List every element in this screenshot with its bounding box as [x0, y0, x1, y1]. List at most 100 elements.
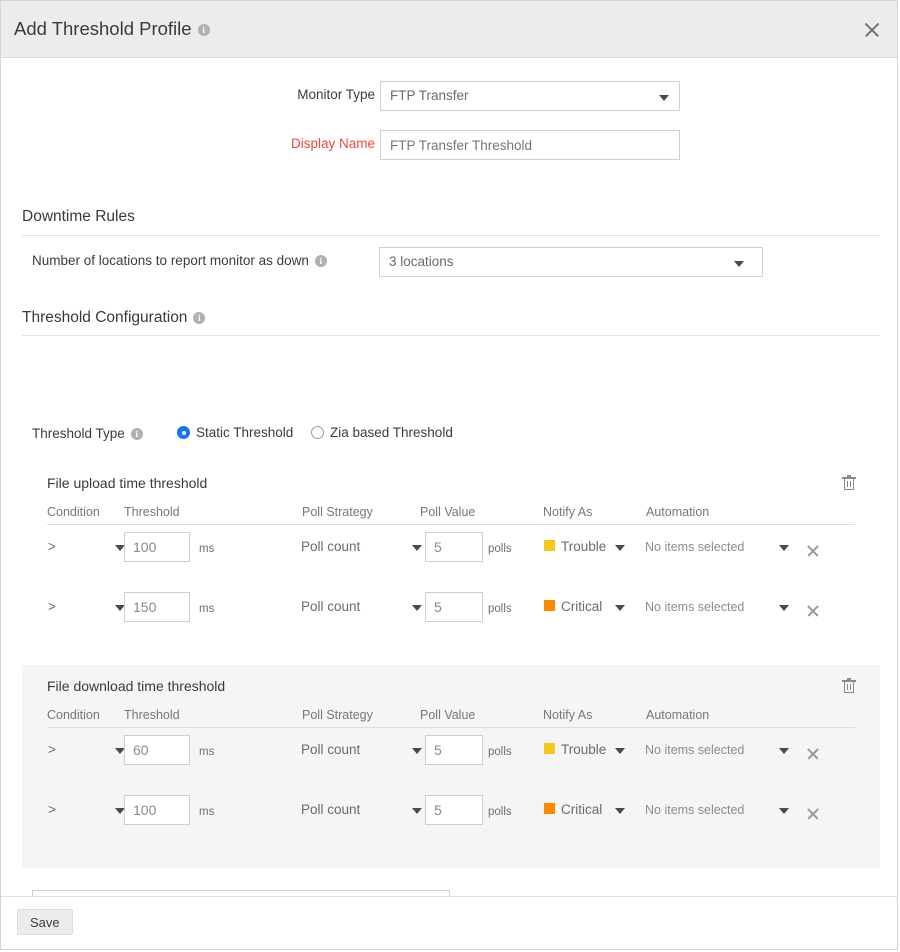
threshold-configuration-divider: [22, 335, 880, 336]
poll-value-input[interactable]: 5: [425, 532, 483, 562]
chevron-down-icon[interactable]: [615, 808, 625, 814]
column-header-poll-value: Poll Value: [420, 708, 475, 722]
chevron-down-icon[interactable]: [615, 605, 625, 611]
info-icon[interactable]: i: [131, 428, 143, 440]
close-icon[interactable]: [861, 19, 883, 41]
chevron-down-icon[interactable]: [412, 545, 422, 551]
chevron-down-icon[interactable]: [779, 808, 789, 814]
chevron-down-icon[interactable]: [412, 605, 422, 611]
notify-as-value[interactable]: Critical: [561, 599, 602, 614]
display-name-input[interactable]: [380, 130, 680, 160]
poll-strategy-value[interactable]: Poll count: [301, 539, 360, 554]
threshold-unit: ms: [199, 746, 214, 758]
chevron-down-icon[interactable]: [779, 748, 789, 754]
monitor-type-label: Monitor Type: [297, 87, 375, 102]
locations-label: Number of locations to report monitor as…: [32, 253, 327, 268]
info-icon[interactable]: i: [193, 312, 205, 324]
chevron-down-icon: [659, 95, 669, 101]
poll-value-unit: polls: [488, 603, 512, 615]
chevron-down-icon[interactable]: [779, 545, 789, 551]
display-name-label: Display Name: [291, 136, 375, 151]
dialog-footer: Save: [1, 896, 897, 949]
locations-label-text: Number of locations to report monitor as…: [32, 253, 309, 268]
downtime-rules-divider: [22, 235, 880, 236]
threshold-type-label: Threshold Type i: [32, 426, 143, 441]
threshold-input[interactable]: 60: [124, 735, 190, 765]
column-header-poll-strategy: Poll Strategy: [302, 505, 373, 519]
trash-icon[interactable]: [842, 678, 856, 693]
remove-row-button[interactable]: [805, 603, 821, 619]
chevron-down-icon[interactable]: [779, 605, 789, 611]
chevron-down-icon[interactable]: [615, 748, 625, 754]
radio-zia-threshold-label: Zia based Threshold: [330, 425, 453, 440]
poll-value-unit: polls: [488, 543, 512, 555]
automation-value[interactable]: No items selected: [645, 600, 744, 614]
dialog-body: Monitor Type FTP Transfer Display Name D…: [1, 58, 897, 896]
threshold-block-title: File upload time threshold: [47, 475, 207, 491]
threshold-type-label-text: Threshold Type: [32, 426, 125, 441]
poll-value-input[interactable]: 5: [425, 795, 483, 825]
chevron-down-icon[interactable]: [412, 808, 422, 814]
threshold-configuration-title-text: Threshold Configuration: [22, 309, 187, 326]
threshold-block-download: File download time threshold Condition T…: [22, 665, 880, 868]
automation-value[interactable]: No items selected: [645, 803, 744, 817]
notify-as-value[interactable]: Trouble: [561, 742, 606, 757]
notify-as-value[interactable]: Critical: [561, 802, 602, 817]
threshold-unit: ms: [199, 543, 214, 555]
threshold-configuration-title: Threshold Configuration i: [22, 309, 205, 327]
threshold-block-upload: File upload time threshold Condition Thr…: [22, 462, 880, 658]
radio-zia-based-threshold[interactable]: Zia based Threshold: [311, 425, 453, 440]
dialog-title-text: Add Threshold Profile: [14, 18, 192, 39]
poll-strategy-value[interactable]: Poll count: [301, 802, 360, 817]
poll-value-unit: polls: [488, 806, 512, 818]
info-icon[interactable]: i: [198, 24, 210, 36]
column-header-notify-as: Notify As: [543, 708, 592, 722]
severity-swatch: [544, 600, 555, 611]
severity-swatch: [544, 540, 555, 551]
monitor-type-value: FTP Transfer: [390, 88, 469, 103]
chevron-down-icon: [734, 261, 744, 267]
remove-row-button[interactable]: [805, 543, 821, 559]
save-button[interactable]: Save: [17, 909, 73, 935]
threshold-input[interactable]: 100: [124, 532, 190, 562]
radio-static-threshold[interactable]: Static Threshold: [177, 425, 293, 440]
page-title: Add Threshold Profile i: [14, 18, 210, 40]
downtime-rules-title: Downtime Rules: [22, 208, 135, 226]
radio-indicator: [311, 426, 324, 439]
monitor-type-select[interactable]: FTP Transfer: [380, 81, 680, 111]
threshold-input[interactable]: 150: [124, 592, 190, 622]
column-header-poll-value: Poll Value: [420, 505, 475, 519]
condition-value: >: [48, 599, 56, 614]
radio-static-threshold-label: Static Threshold: [196, 425, 293, 440]
poll-strategy-value[interactable]: Poll count: [301, 599, 360, 614]
column-header-notify-as: Notify As: [543, 505, 592, 519]
notify-as-value[interactable]: Trouble: [561, 539, 606, 554]
poll-strategy-value[interactable]: Poll count: [301, 742, 360, 757]
poll-value-input[interactable]: 5: [425, 735, 483, 765]
automation-value[interactable]: No items selected: [645, 540, 744, 554]
automation-value[interactable]: No items selected: [645, 743, 744, 757]
threshold-unit: ms: [199, 806, 214, 818]
locations-value: 3 locations: [389, 254, 454, 269]
remove-row-button[interactable]: [805, 746, 821, 762]
info-icon[interactable]: i: [315, 255, 327, 267]
monitor-type-row: Monitor Type FTP Transfer: [1, 81, 897, 111]
poll-value-input[interactable]: 5: [425, 592, 483, 622]
add-threshold-profile-dialog: Add Threshold Profile i Monitor Type FTP …: [0, 0, 898, 950]
dialog-header: Add Threshold Profile i: [1, 1, 897, 58]
chevron-down-icon[interactable]: [412, 748, 422, 754]
locations-select[interactable]: 3 locations: [379, 247, 763, 277]
remove-row-button[interactable]: [805, 806, 821, 822]
chevron-down-icon[interactable]: [615, 545, 625, 551]
trash-icon[interactable]: [842, 475, 856, 490]
threshold-input[interactable]: 100: [124, 795, 190, 825]
condition-value: >: [48, 742, 56, 757]
column-header-condition: Condition: [47, 505, 100, 519]
column-header-poll-strategy: Poll Strategy: [302, 708, 373, 722]
locations-row: Number of locations to report monitor as…: [1, 247, 897, 277]
threshold-unit: ms: [199, 603, 214, 615]
condition-value: >: [48, 802, 56, 817]
poll-value-unit: polls: [488, 746, 512, 758]
condition-value: >: [48, 539, 56, 554]
column-header-automation: Automation: [646, 708, 709, 722]
